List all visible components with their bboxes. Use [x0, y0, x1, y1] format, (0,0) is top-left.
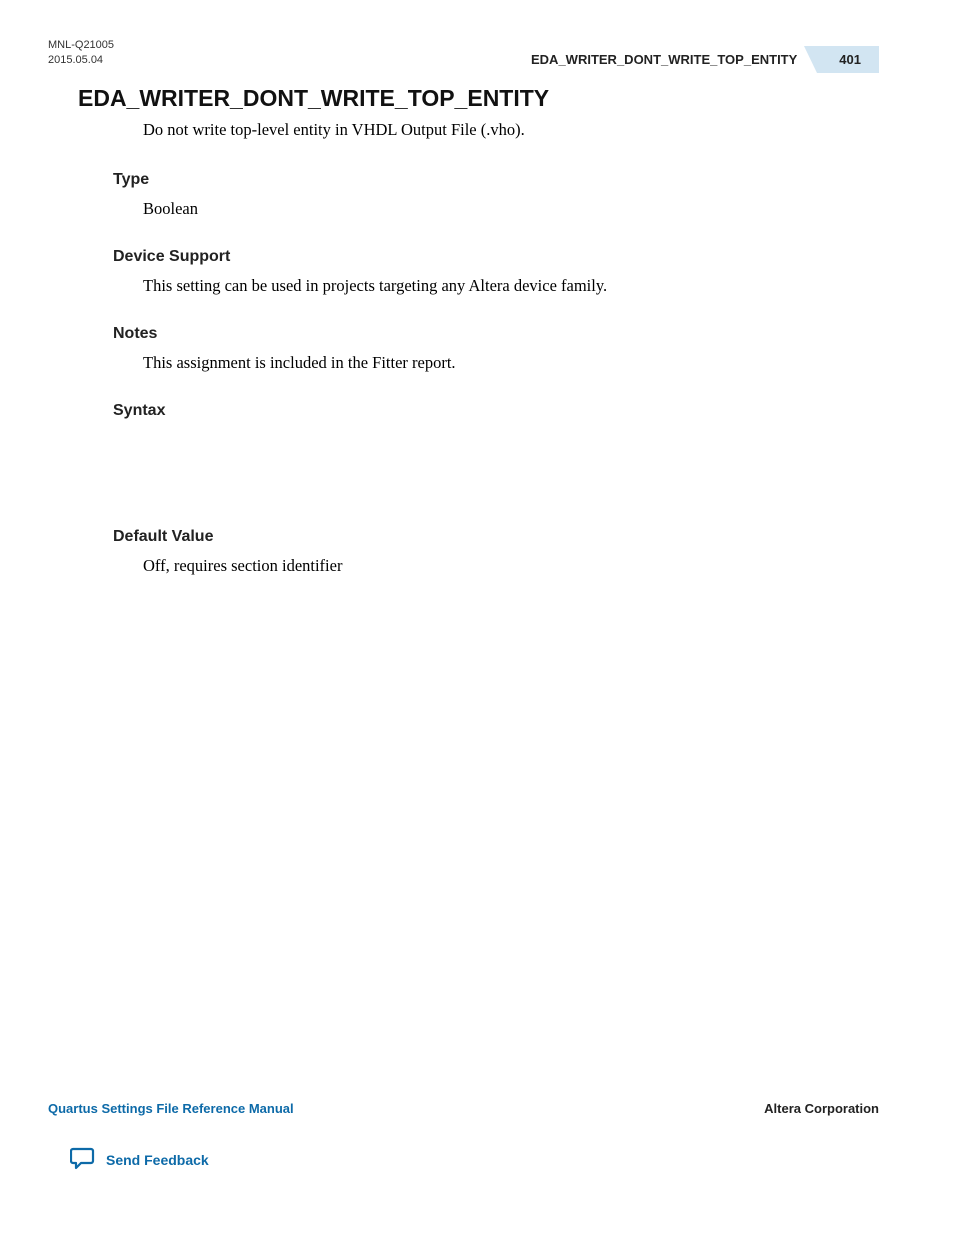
section-body-default-value: Off, requires section identifier	[143, 554, 879, 577]
footer-row: Quartus Settings File Reference Manual A…	[48, 1101, 879, 1116]
section-heading-type: Type	[113, 171, 879, 189]
section-heading-device-support: Device Support	[113, 248, 879, 266]
section-body-notes: This assignment is included in the Fitte…	[143, 351, 879, 374]
running-title: EDA_WRITER_DONT_WRITE_TOP_ENTITY	[531, 52, 817, 67]
page-header: MNL-Q21005 2015.05.04 EDA_WRITER_DONT_WR…	[48, 38, 879, 73]
header-right: EDA_WRITER_DONT_WRITE_TOP_ENTITY 401	[531, 46, 879, 73]
section-heading-notes: Notes	[113, 325, 879, 343]
page-number-badge: 401	[817, 46, 879, 73]
section-heading-syntax: Syntax	[113, 402, 879, 420]
send-feedback-label: Send Feedback	[106, 1152, 209, 1168]
header-meta: MNL-Q21005 2015.05.04	[48, 38, 114, 69]
section-heading-default-value: Default Value	[113, 528, 879, 546]
footer-manual-link[interactable]: Quartus Settings File Reference Manual	[48, 1101, 294, 1116]
speech-bubble-icon	[70, 1146, 96, 1173]
section-body-type: Boolean	[143, 197, 879, 220]
page-footer: Quartus Settings File Reference Manual A…	[48, 1101, 879, 1175]
doc-id: MNL-Q21005	[48, 38, 114, 53]
intro-text: Do not write top-level entity in VHDL Ou…	[143, 118, 879, 141]
section-body-device-support: This setting can be used in projects tar…	[143, 274, 879, 297]
syntax-empty-area	[78, 428, 879, 528]
doc-date: 2015.05.04	[48, 53, 114, 68]
send-feedback-link[interactable]: Send Feedback	[70, 1146, 209, 1173]
page-title: EDA_WRITER_DONT_WRITE_TOP_ENTITY	[78, 85, 879, 112]
footer-company: Altera Corporation	[764, 1101, 879, 1116]
main-content: EDA_WRITER_DONT_WRITE_TOP_ENTITY Do not …	[78, 85, 879, 605]
